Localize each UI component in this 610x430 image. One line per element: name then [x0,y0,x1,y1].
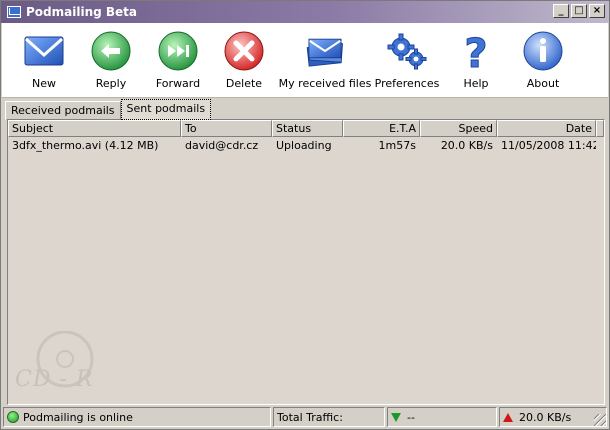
close-button[interactable]: × [589,4,605,18]
maximize-button[interactable]: □ [571,4,587,18]
about-label: About [526,77,560,90]
title-bar[interactable]: Podmailing Beta _ □ × [1,1,609,23]
column-header-eta[interactable]: E.T.A [343,120,420,137]
column-header-date[interactable]: Date [497,120,596,137]
delete-x-icon [222,29,266,73]
delete-button[interactable]: Delete [204,29,284,90]
column-header-subject[interactable]: Subject [8,120,181,137]
column-header-status[interactable]: Status [272,120,343,137]
toolbar: New Reply Forward Delete My received fil… [2,23,608,98]
preferences-button[interactable]: Preferences [367,29,447,90]
status-traffic-label: Total Traffic: [277,410,343,424]
tab-received-podmails[interactable]: Received podmails [5,101,121,120]
status-bar: Podmailing is online Total Traffic: -- 2… [3,407,607,427]
status-upload-value: 20.0 KB/s [519,410,572,424]
stacked-envelopes-icon [303,29,347,73]
cell-subject: 3dfx_thermo.avi (4.12 MB) [12,139,159,152]
download-arrow-icon [391,412,401,422]
reply-arrow-icon [89,29,133,73]
cell-speed: 20.0 KB/s [440,139,493,152]
new-label: New [32,77,56,90]
cell-date: 11/05/2008 11:42 [501,139,596,152]
window-controls: _ □ × [553,4,605,18]
help-label: Help [463,77,489,90]
list-header: Subject To Status E.T.A Speed Date [8,120,604,137]
app-window: Podmailing Beta _ □ × New Reply Forward … [0,0,610,430]
status-online: Podmailing is online [3,407,271,427]
reply-label: Reply [95,77,127,90]
delete-label: Delete [225,77,263,90]
status-download-value: -- [407,410,415,424]
cdr-watermark: CD - R [15,330,135,401]
cell-eta: 1m57s [378,139,416,152]
gears-icon [385,29,429,73]
tab-sent-podmails[interactable]: Sent podmails [120,99,212,120]
forward-label: Forward [155,77,201,90]
online-indicator-icon [7,411,19,423]
status-online-text: Podmailing is online [23,410,133,424]
app-envelope-icon [7,6,21,18]
watermark-text: CD - R [15,367,94,392]
received-files-label: My received files [278,77,372,90]
minimize-button[interactable]: _ [553,4,569,18]
status-traffic: Total Traffic: [273,407,385,427]
preferences-label: Preferences [374,77,440,90]
upload-arrow-icon [503,412,513,422]
table-row[interactable]: 3dfx_thermo.avi (4.12 MB) david@cdr.cz U… [8,138,604,154]
status-download: -- [387,407,497,427]
received-files-button[interactable]: My received files [279,29,371,90]
about-button[interactable]: About [503,29,583,90]
resize-grip-icon[interactable] [594,414,606,426]
cell-status: Uploading [276,139,332,152]
question-mark-icon: ? [454,29,498,74]
info-icon [521,29,565,73]
forward-arrows-icon [156,29,200,73]
svg-text:?: ? [464,31,487,73]
column-header-speed[interactable]: Speed [420,120,497,137]
column-header-to[interactable]: To [181,120,272,137]
status-upload: 20.0 KB/s [499,407,607,427]
cell-to: david@cdr.cz [185,139,259,152]
window-title: Podmailing Beta [26,5,137,19]
column-header-filler [596,120,604,137]
tab-strip: Received podmails Sent podmails [5,99,212,120]
envelope-icon [22,29,66,73]
